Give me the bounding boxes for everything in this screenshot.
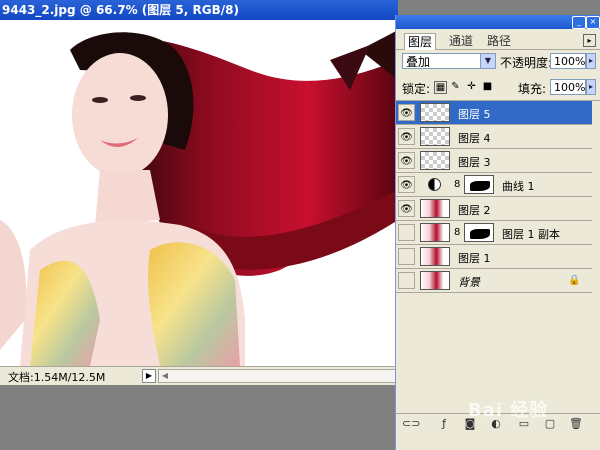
status-bar: 文档:1.54M/12.5M ▶ ◀ (0, 366, 398, 385)
minimize-icon[interactable]: _ (572, 16, 586, 29)
eye-icon[interactable]: 👁 (398, 152, 415, 169)
link-layers-icon[interactable]: ⊂⊃ (402, 416, 420, 432)
eye-icon[interactable]: 👁 (398, 200, 415, 217)
layer-name: 图层 5 (458, 108, 491, 121)
layer-list: 👁 图层 5 👁 图层 4 👁 图层 3 👁 8 曲线 1 👁 图层 2 8 图… (396, 100, 600, 301)
image-canvas[interactable] (0, 20, 398, 366)
layer-thumbnail (420, 199, 450, 218)
status-menu-arrow-icon[interactable]: ▶ (142, 369, 156, 383)
document-titlebar[interactable]: 9443_2.jpg @ 66.7% (图层 5, RGB/8) (0, 0, 398, 20)
layer-row[interactable]: 👁 图层 2 (396, 197, 592, 221)
layer-thumbnail (420, 247, 450, 266)
layer-name: 图层 4 (458, 132, 491, 145)
tab-paths[interactable]: 路径 (484, 33, 514, 49)
eye-icon[interactable]: 👁 (398, 128, 415, 145)
layer-name: 图层 1 (458, 252, 491, 265)
close-icon[interactable]: × (586, 16, 600, 29)
link-chain-icon: 8 (454, 227, 461, 238)
layer-name: 图层 1 副本 (502, 228, 560, 241)
layer-name: 图层 3 (458, 156, 491, 169)
layer-thumbnail (420, 151, 450, 170)
palette-tabs: 图层 通道 路径 (396, 31, 600, 50)
trash-icon[interactable]: 🗑 (568, 416, 584, 432)
tab-layers[interactable]: 图层 (404, 33, 437, 50)
eye-hidden-icon[interactable] (398, 272, 415, 289)
photo-illustration (0, 20, 398, 366)
palette-menu-icon[interactable]: ▸ (583, 34, 596, 47)
document-size-readout: 文档:1.54M/12.5M (8, 371, 106, 384)
layer-row[interactable]: 👁 图层 3 (396, 149, 592, 173)
layer-thumbnail (420, 271, 450, 290)
lock-row: 锁定: ▦ ✎ ✛ ■ 填充: 100% ▸ (400, 79, 596, 99)
horizontal-scrollbar[interactable]: ◀ (158, 369, 396, 383)
fill-input[interactable]: 100% (550, 79, 586, 95)
layer-name: 图层 2 (458, 204, 491, 217)
fill-label: 填充: (518, 82, 547, 96)
mask-thumbnail (464, 175, 494, 194)
document-title: 9443_2.jpg @ 66.7% (图层 5, RGB/8) (2, 3, 239, 17)
layer-thumbnail (420, 223, 450, 242)
layer-row[interactable]: 图层 1 (396, 245, 592, 269)
lock-transparency-icon[interactable]: ▦ (434, 81, 447, 94)
blend-dropdown-icon[interactable]: ▼ (480, 53, 496, 69)
layer-name: 曲线 1 (502, 180, 535, 193)
layer-row[interactable]: 👁 图层 4 (396, 125, 592, 149)
layer-row[interactable]: 👁 图层 5 (396, 101, 592, 125)
opacity-slider-icon[interactable]: ▸ (586, 53, 596, 69)
scroll-left-arrow-icon[interactable]: ◀ (159, 370, 171, 382)
layers-palette: _ × 图层 通道 路径 ▸ 叠加 ▼ 不透明度: 100% ▸ 锁定: ▦ ✎… (395, 15, 600, 450)
watermark-logo: Bai 经验 (468, 400, 549, 421)
lock-pixels-icon[interactable]: ✎ (450, 81, 461, 92)
palette-titlebar[interactable]: _ × (396, 15, 600, 29)
link-chain-icon: 8 (454, 179, 461, 190)
layer-thumbnail (420, 127, 450, 146)
eye-hidden-icon[interactable] (398, 224, 415, 241)
lock-position-icon[interactable]: ✛ (466, 81, 477, 92)
mask-thumbnail (464, 223, 494, 242)
eye-icon[interactable]: 👁 (398, 176, 415, 193)
blend-row: 叠加 ▼ 不透明度: 100% ▸ (400, 53, 596, 73)
tab-channels[interactable]: 通道 (446, 33, 476, 49)
lock-all-icon[interactable]: ■ (482, 81, 493, 92)
lock-label: 锁定: (402, 82, 431, 96)
opacity-input[interactable]: 100% (550, 53, 586, 69)
layer-row[interactable]: 👁 8 曲线 1 (396, 173, 592, 197)
lock-icon: 🔒 (568, 275, 581, 286)
layer-style-icon[interactable]: ƒ (436, 416, 452, 432)
eye-hidden-icon[interactable] (398, 248, 415, 265)
opacity-label: 不透明度: (500, 56, 553, 70)
document-window: 9443_2.jpg @ 66.7% (图层 5, RGB/8) 文档:1.54… (0, 0, 398, 385)
layer-row[interactable]: 8 图层 1 副本 (396, 221, 592, 245)
fill-slider-icon[interactable]: ▸ (586, 79, 596, 95)
layer-row[interactable]: 背景 🔒 (396, 269, 592, 293)
layer-thumbnail (420, 103, 450, 122)
eye-icon[interactable]: 👁 (398, 104, 415, 121)
adjustment-curves-icon (428, 178, 441, 191)
layer-name: 背景 (458, 276, 480, 289)
